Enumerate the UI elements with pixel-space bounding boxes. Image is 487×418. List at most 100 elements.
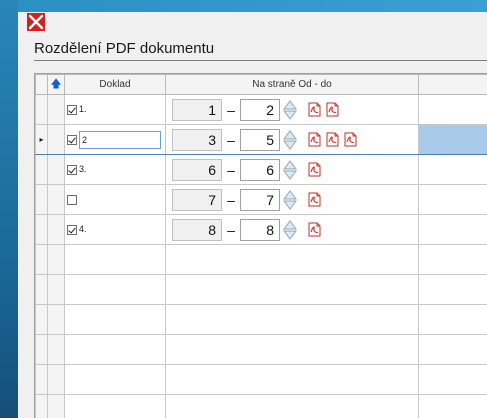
spinner-icon[interactable] <box>282 99 298 121</box>
pdf-button[interactable] <box>308 132 321 147</box>
pdf-file-icon[interactable] <box>308 192 321 207</box>
row-filler-cell <box>418 184 487 215</box>
page-range: 3–5 <box>166 126 418 154</box>
pdf-file-icon[interactable] <box>308 132 321 147</box>
empty-cell <box>418 274 487 305</box>
page-from-field: 6 <box>172 158 222 181</box>
spinner-icon[interactable] <box>282 189 298 211</box>
doc-cell[interactable] <box>64 184 166 215</box>
row-checkbox[interactable] <box>67 164 77 175</box>
pdf-button[interactable] <box>326 132 339 147</box>
pdf-button[interactable] <box>308 102 321 117</box>
row-filler-cell <box>418 94 487 125</box>
pdf-button[interactable] <box>308 222 321 237</box>
pdf-file-icon[interactable] <box>308 102 321 117</box>
row-checkbox[interactable] <box>67 194 77 205</box>
empty-cell <box>418 244 487 275</box>
column-header-doc[interactable]: Doklad <box>64 74 166 95</box>
empty-cell <box>35 364 48 395</box>
pdf-file-icon[interactable] <box>344 132 357 147</box>
empty-cell <box>64 304 166 335</box>
doc-cell[interactable]: 2 <box>64 124 166 155</box>
row-check-cell <box>47 94 65 125</box>
row-pointer-icon: ▸ <box>39 135 44 144</box>
empty-row <box>35 274 487 305</box>
range-dash: – <box>227 131 235 148</box>
page-to-field[interactable]: 7 <box>240 188 280 211</box>
page-title: Rozdělení PDF dokumentu <box>34 40 215 57</box>
doc-cell[interactable]: 4. <box>64 214 166 245</box>
close-button[interactable] <box>26 12 46 32</box>
doc-cell[interactable]: 3. <box>64 154 166 185</box>
close-icon <box>27 13 45 31</box>
pdf-file-icon[interactable] <box>308 162 321 177</box>
empty-cell <box>165 394 419 418</box>
header-indicator <box>35 74 48 95</box>
pages-cell: 3–5 <box>165 124 419 155</box>
row-indicator[interactable] <box>35 214 48 245</box>
doc-cell[interactable]: 1. <box>64 94 166 125</box>
spinner-icon[interactable] <box>282 159 298 181</box>
pdf-file-icon[interactable] <box>308 222 321 237</box>
table-row[interactable]: 4. 8–8 <box>35 214 487 245</box>
column-header-pages[interactable]: Na straně Od - do <box>165 74 419 95</box>
page-from-field: 8 <box>172 218 222 241</box>
table-row[interactable]: 7–7 <box>35 184 487 215</box>
column-header-empty <box>418 74 487 95</box>
pdf-file-icon[interactable] <box>326 102 339 117</box>
page-to-spinner[interactable] <box>282 129 298 151</box>
page-range: 1–2 <box>166 96 418 124</box>
page-to-field[interactable]: 5 <box>240 128 280 151</box>
row-check-cell <box>47 154 65 185</box>
row-checkbox[interactable] <box>67 104 77 115</box>
spinner-icon[interactable] <box>282 219 298 241</box>
page-to-spinner[interactable] <box>282 189 298 211</box>
row-indicator[interactable]: ▸ <box>35 124 48 155</box>
empty-cell <box>418 304 487 335</box>
empty-cell <box>35 334 48 365</box>
table-row[interactable]: 1. 1–2 <box>35 94 487 125</box>
page-to-field[interactable]: 2 <box>240 98 280 121</box>
page-to-field[interactable]: 6 <box>240 158 280 181</box>
row-filler-cell <box>418 214 487 245</box>
empty-cell <box>47 394 65 418</box>
split-table: 🡅 Doklad Na straně Od - do 1. 1–2 ▸ 2 3–5 3. 6… <box>35 74 487 418</box>
pdf-file-icon[interactable] <box>326 132 339 147</box>
empty-cell <box>64 394 166 418</box>
row-checkbox[interactable] <box>67 134 77 145</box>
page-to-spinner[interactable] <box>282 219 298 241</box>
table-row[interactable]: ▸ 2 3–5 <box>35 124 487 155</box>
page-to-field[interactable]: 8 <box>240 218 280 241</box>
pages-cell: 1–2 <box>165 94 419 125</box>
empty-cell <box>418 394 487 418</box>
empty-cell <box>35 394 48 418</box>
table-row[interactable]: 3. 6–6 <box>35 154 487 185</box>
row-indicator[interactable] <box>35 184 48 215</box>
page-from-field: 7 <box>172 188 222 211</box>
pdf-button[interactable] <box>344 132 357 147</box>
doc-input[interactable]: 2 <box>79 130 161 149</box>
pdf-button[interactable] <box>308 162 321 177</box>
empty-cell <box>47 364 65 395</box>
page-range: 8–8 <box>166 216 418 244</box>
row-check-cell <box>47 184 65 215</box>
empty-cell <box>165 364 419 395</box>
page-to-spinner[interactable] <box>282 99 298 121</box>
row-check-cell <box>47 124 65 155</box>
row-indicator[interactable] <box>35 154 48 185</box>
pdf-button[interactable] <box>326 102 339 117</box>
empty-row <box>35 304 487 335</box>
row-indicator[interactable] <box>35 94 48 125</box>
page-to-spinner[interactable] <box>282 159 298 181</box>
pages-cell: 6–6 <box>165 154 419 185</box>
doc-label: 3. <box>79 164 87 175</box>
empty-cell <box>35 274 48 305</box>
pdf-button[interactable] <box>308 192 321 207</box>
empty-cell <box>418 364 487 395</box>
background-left <box>0 0 18 418</box>
page-range: 7–7 <box>166 186 418 214</box>
sort-header[interactable]: 🡅 <box>47 74 65 95</box>
spinner-icon[interactable] <box>282 129 298 151</box>
empty-cell <box>165 334 419 365</box>
row-checkbox[interactable] <box>67 224 77 235</box>
